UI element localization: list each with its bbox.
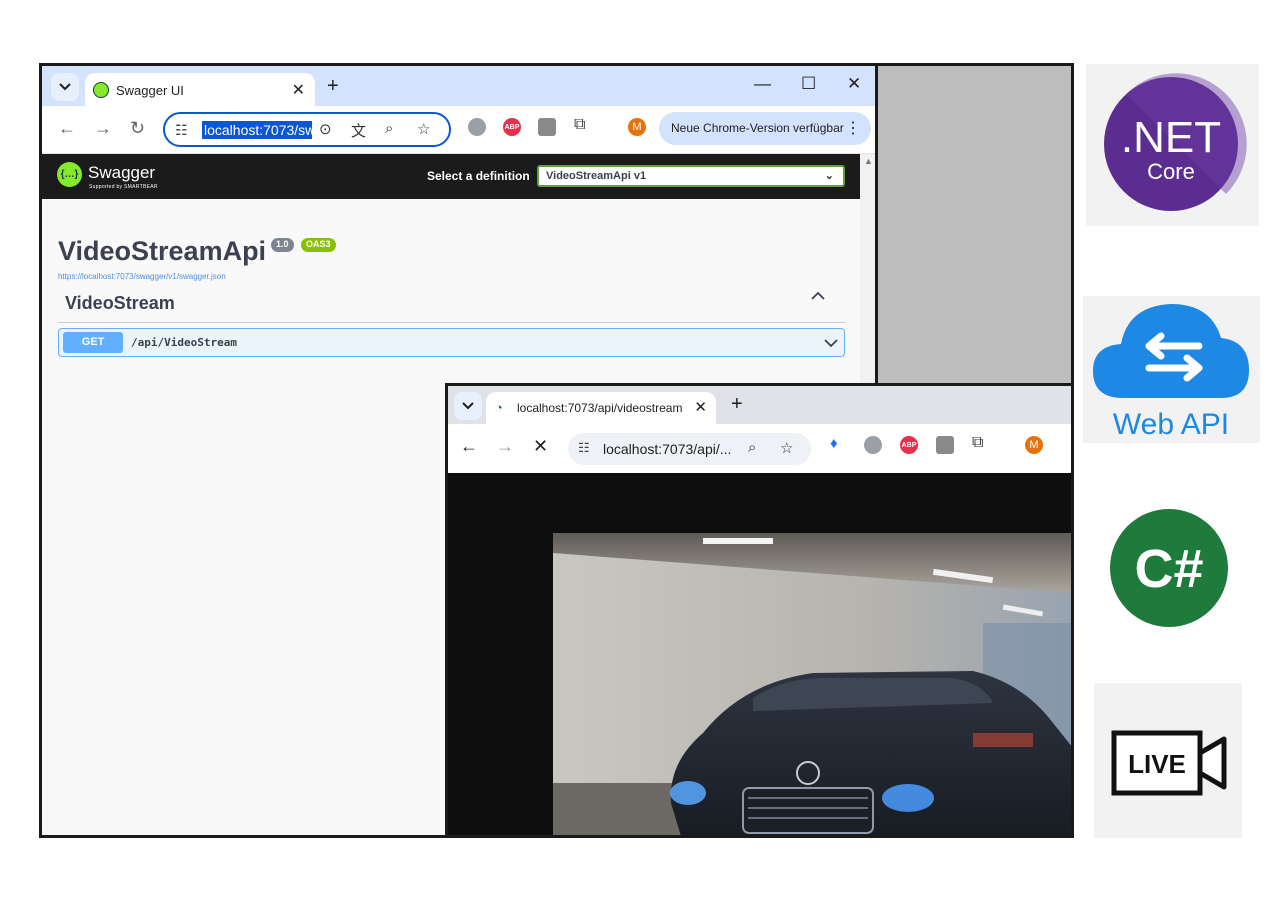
address-bar[interactable]: ☷ localhost:7073/sw ⊙ 文 ⌕ ☆ [163,112,451,147]
diamond-extension-icon[interactable]: ♦ [830,435,838,452]
back-arrow-icon[interactable]: ← [460,436,478,457]
swagger-topbar: {…} Swagger Supported by SMARTBEAR Selec… [42,154,860,199]
oas-badge: OAS3 [301,238,336,252]
translate-icon[interactable]: 文 [351,120,366,141]
netcore-line1: .NET [1121,113,1221,162]
puzzle-icon[interactable]: ⧉ [574,116,585,134]
shield-extension-icon[interactable] [864,436,882,454]
shield-extension-icon[interactable] [468,118,486,136]
webapi-logo: Web API [1083,296,1260,443]
operation-path: /api/VideoStream [131,336,237,349]
chevron-down-icon [59,83,71,91]
operation-get-videostream[interactable]: GET /api/VideoStream [58,328,845,357]
live-logo: LIVE [1094,683,1242,838]
chevron-down-icon: ⌄ [824,170,834,182]
close-icon[interactable]: ✕ [292,80,305,100]
csharp-icon: C# [1110,509,1228,627]
csharp-label: C# [1134,539,1203,599]
tab-strip-2: ◔ localhost:7073/api/videostream ✕ + [448,386,1071,424]
image-extension-icon[interactable] [538,118,556,136]
chevron-down-icon[interactable] [823,338,839,348]
reload-icon[interactable]: ↻ [130,118,145,139]
definition-label: Select a definition [427,169,530,183]
tag-divider [58,322,845,323]
chevron-down-icon [462,402,474,410]
tab-videostream[interactable]: ◔ localhost:7073/api/videostream ✕ [486,392,716,424]
api-title: VideoStreamApi [58,236,267,266]
address-bar-url[interactable]: localhost:7073/api/... [603,441,731,457]
definition-select[interactable]: VideoStreamApi v1 ⌄ [537,165,845,187]
profile-avatar[interactable]: M [1025,436,1043,454]
tab-search-button[interactable] [454,392,482,420]
tab-title: localhost:7073/api/videostream [517,401,683,415]
tune-icon[interactable]: ☷ [175,122,188,139]
composite-frame: Swagger UI ✕ + — ☐ ✕ ← → ↻ ☷ localhost:7… [39,63,1074,838]
spec-url-link[interactable]: https://localhost:7073/swagger/v1/swagge… [58,272,226,281]
tune-icon[interactable]: ☷ [578,440,590,456]
tab-title: Swagger UI [116,83,184,98]
abp-icon[interactable]: ABP [503,118,521,136]
chrome-update-button[interactable]: Neue Chrome-Version verfügbar ⋮ [659,112,871,145]
zoom-icon[interactable]: ⌕ [748,439,756,456]
abp-icon[interactable]: ABP [900,436,918,454]
plus-icon[interactable]: + [327,75,339,98]
more-vert-icon[interactable]: ⋮ [845,118,861,138]
video-viewport [448,473,1071,835]
version-badge: 1.0 [271,238,294,252]
lens-icon[interactable]: ⊙ [319,120,332,138]
swagger-logo-icon: {…} [57,162,82,187]
browser-toolbar-2: ← → ✕ ☷ localhost:7073/api/... ⌕ ☆ ♦ ABP… [448,424,1071,473]
swagger-brand-sub: Supported by SMARTBEAR [89,184,158,190]
swagger-favicon-icon [93,82,109,98]
forward-arrow-icon[interactable]: → [496,436,514,457]
loading-spinner-icon: ◔ [495,400,503,415]
image-extension-icon[interactable] [936,436,954,454]
video-stream-frame[interactable] [553,533,1071,835]
swagger-brand: Swagger [88,163,156,182]
minimize-button[interactable]: — [754,74,771,94]
live-label: LIVE [1128,749,1186,779]
maximize-button[interactable]: ☐ [801,74,816,94]
stop-icon[interactable]: ✕ [533,436,548,457]
browser-window-videostream: ◔ localhost:7073/api/videostream ✕ + ← →… [445,383,1071,835]
tag-header[interactable]: VideoStream [65,293,175,314]
netcore-line2: Core [1147,159,1195,184]
webapi-label: Web API [1113,408,1229,441]
update-text: Neue Chrome-Version verfügbar [671,121,844,135]
csharp-logo: C# [1108,507,1230,629]
profile-avatar[interactable]: M [628,118,646,136]
method-badge: GET [63,332,123,353]
chevron-up-icon[interactable] [810,291,826,301]
address-bar-url[interactable]: localhost:7073/sw [202,121,312,139]
close-icon[interactable]: ✕ [694,398,707,416]
close-window-button[interactable]: ✕ [847,74,861,94]
video-camera-icon: LIVE [1111,730,1227,796]
tab-search-button[interactable] [51,73,79,101]
zoom-icon[interactable]: ⌕ [385,120,393,137]
puzzle-icon[interactable]: ⧉ [972,434,983,452]
netcore-logo: .NET Core [1086,64,1259,226]
scroll-up-arrow-icon[interactable]: ▲ [864,156,873,166]
definition-value: VideoStreamApi v1 [546,170,647,182]
cloud-transfer-icon: Web API [1093,304,1249,441]
star-icon[interactable]: ☆ [417,120,430,138]
browser-toolbar: ← → ↻ ☷ localhost:7073/sw ⊙ 文 ⌕ ☆ ABP ⧉ … [42,106,875,154]
plus-icon[interactable]: + [731,393,743,416]
netcore-logo-icon: .NET Core [1104,73,1247,211]
video-image [553,533,1071,835]
address-bar-2[interactable]: ☷ localhost:7073/api/... ⌕ ☆ [568,433,811,465]
forward-arrow-icon[interactable]: → [94,118,112,139]
tab-strip: Swagger UI ✕ + — ☐ ✕ [42,66,875,106]
back-arrow-icon[interactable]: ← [58,118,76,139]
star-icon[interactable]: ☆ [780,439,793,457]
tab-swagger-ui[interactable]: Swagger UI ✕ [85,73,315,106]
